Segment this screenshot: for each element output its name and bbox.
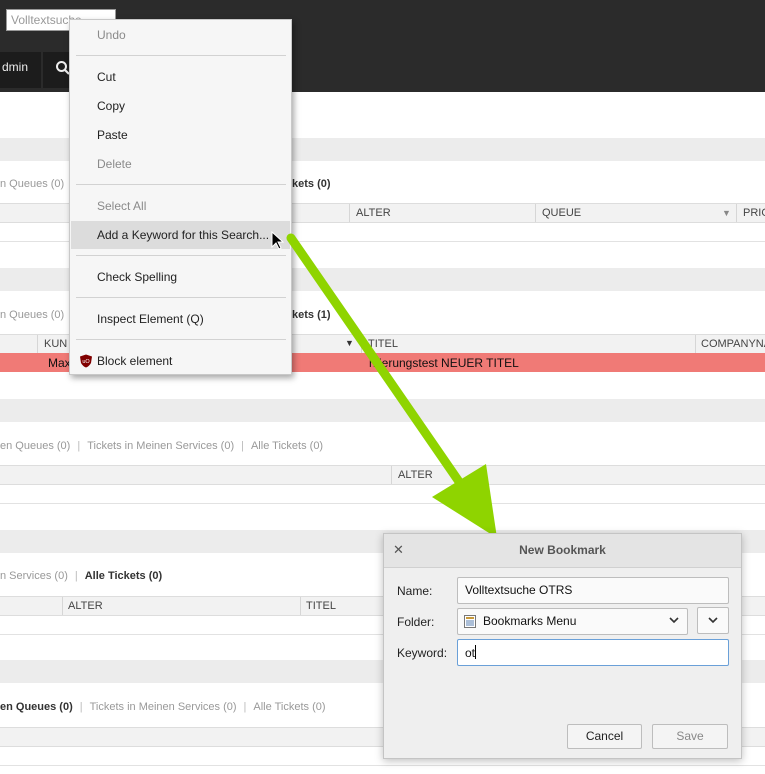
filter-link-all-tickets[interactable]: kets (1) bbox=[292, 309, 331, 321]
cancel-button[interactable]: Cancel bbox=[567, 724, 642, 749]
mouse-cursor-icon bbox=[271, 231, 285, 250]
chevron-down-icon bbox=[708, 617, 718, 624]
menu-separator bbox=[76, 184, 286, 185]
folder-select[interactable]: Bookmarks Menu bbox=[457, 608, 688, 635]
filter-link-services[interactable]: n Services (0) bbox=[0, 570, 68, 582]
filter-link-queues[interactable]: n Queues (0) bbox=[0, 178, 64, 190]
menu-item-block-element[interactable]: uO Block element bbox=[71, 347, 290, 375]
cell-title[interactable]: rkierungstest NEUER TITEL bbox=[369, 356, 519, 370]
expand-folder-tree-button[interactable] bbox=[697, 607, 729, 634]
menu-item-add-keyword[interactable]: Add a Keyword for this Search... bbox=[71, 221, 290, 249]
column-titel[interactable]: TITEL bbox=[306, 600, 336, 612]
menu-item-check-spelling[interactable]: Check Spelling bbox=[71, 263, 290, 291]
save-button[interactable]: Save bbox=[652, 724, 728, 749]
filter-bar: n Services (0) | Alle Tickets (0) bbox=[0, 570, 163, 582]
filter-link-queues[interactable]: en Queues (0) bbox=[0, 701, 73, 713]
column-kunde[interactable]: KUN bbox=[44, 338, 67, 350]
menu-item-undo[interactable]: Undo bbox=[71, 21, 290, 49]
column-queue[interactable]: QUEUE bbox=[542, 207, 581, 219]
folder-label: Folder: bbox=[397, 615, 435, 629]
table-header: ALTER bbox=[0, 465, 765, 485]
menu-item-cut[interactable]: Cut bbox=[71, 63, 290, 91]
nav-tab-search[interactable] bbox=[43, 52, 70, 88]
new-bookmark-dialog: ✕ New Bookmark Name: Volltextsuche OTRS … bbox=[383, 533, 742, 759]
filter-bar: en Queues (0) | Tickets in Meinen Services… bbox=[0, 701, 326, 713]
column-company[interactable]: COMPANYNA bbox=[701, 338, 765, 350]
chevron-down-icon bbox=[669, 617, 679, 624]
filter-icon[interactable]: ▼ bbox=[722, 208, 731, 218]
filter-link-queues[interactable]: en Queues (0) bbox=[0, 440, 70, 452]
column-prio[interactable]: PRIO bbox=[743, 207, 765, 219]
filter-link-all-tickets[interactable]: Alle Tickets (0) bbox=[253, 701, 325, 713]
menu-item-inspect-element[interactable]: Inspect Element (Q) bbox=[71, 305, 290, 333]
column-alter[interactable]: ALTER bbox=[398, 469, 433, 481]
column-alter[interactable]: ALTER bbox=[68, 600, 103, 612]
widget-header bbox=[0, 399, 765, 422]
column-titel[interactable]: TITEL bbox=[368, 338, 398, 350]
menu-separator bbox=[76, 339, 286, 340]
cell-customer: Max bbox=[48, 356, 71, 370]
menu-item-label: Block element bbox=[97, 354, 173, 368]
folder-select-value: Bookmarks Menu bbox=[483, 614, 577, 628]
menu-item-copy[interactable]: Copy bbox=[71, 92, 290, 120]
filter-link-all-tickets[interactable]: kets (0) bbox=[292, 178, 331, 190]
filter-link-all-tickets[interactable]: Alle Tickets (0) bbox=[85, 570, 162, 582]
filter-icon[interactable]: ▼ bbox=[345, 338, 354, 348]
bookmarks-menu-icon bbox=[464, 615, 476, 628]
menu-separator bbox=[76, 297, 286, 298]
filter-link-all-tickets[interactable]: Alle Tickets (0) bbox=[251, 440, 323, 452]
keyword-field[interactable]: ot bbox=[457, 639, 729, 666]
ublock-shield-icon: uO bbox=[80, 354, 92, 368]
context-menu: Undo Cut Copy Paste Delete Select All Ad… bbox=[69, 19, 292, 375]
bookmark-name-field[interactable]: Volltextsuche OTRS bbox=[457, 577, 729, 604]
filter-link-services[interactable]: Tickets in Meinen Services (0) bbox=[87, 440, 234, 452]
menu-separator bbox=[76, 255, 286, 256]
keyword-value: ot bbox=[465, 646, 476, 660]
column-alter[interactable]: ALTER bbox=[356, 207, 391, 219]
svg-text:uO: uO bbox=[82, 359, 90, 365]
name-label: Name: bbox=[397, 584, 433, 598]
menu-item-paste[interactable]: Paste bbox=[71, 121, 290, 149]
nav-tab-admin[interactable]: dmin bbox=[0, 52, 41, 88]
menu-item-delete[interactable]: Delete bbox=[71, 150, 290, 178]
filter-link-services[interactable]: Tickets in Meinen Services (0) bbox=[90, 701, 237, 713]
filter-bar: en Queues (0) | Tickets in Meinen Services… bbox=[0, 440, 324, 452]
table-row bbox=[0, 485, 765, 504]
menu-separator bbox=[76, 55, 286, 56]
menu-item-select-all[interactable]: Select All bbox=[71, 192, 290, 220]
dialog-title: New Bookmark bbox=[519, 543, 606, 557]
dialog-titlebar: ✕ New Bookmark bbox=[384, 534, 741, 568]
filter-link-queues[interactable]: n Queues (0) bbox=[0, 309, 64, 321]
keyword-label: Keyword: bbox=[397, 646, 448, 660]
